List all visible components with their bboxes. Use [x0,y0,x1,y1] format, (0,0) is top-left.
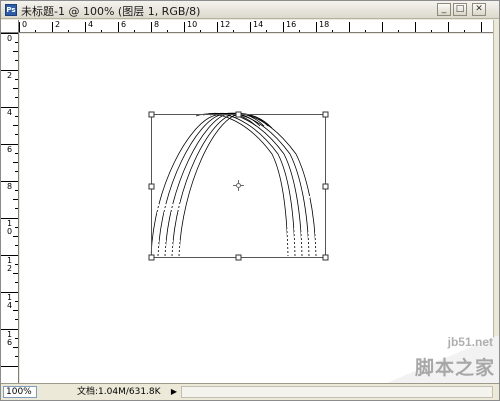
status-bar: 100% 文档:1.04M/631.8K ▶ [1,383,499,400]
document-title: 未标题-1 @ 100% (图层 1, RGB/8) [21,5,201,18]
transform-handle-top[interactable] [235,111,242,118]
close-button[interactable]: ✕ [472,3,486,16]
transform-handle-bottom[interactable] [235,254,242,261]
ruler-top-label: 4 [88,20,94,29]
horizontal-ruler[interactable]: 0 2 4 6 8 10 12 14 16 18 [19,20,493,33]
photoshop-app-icon: Ps [5,4,17,16]
document-window: Ps 未标题-1 @ 100% (图层 1, RGB/8) _ □ ✕ 0 2 … [0,0,500,401]
ruler-left-label: 6 [7,145,13,154]
transform-handle-right[interactable] [322,183,329,190]
zoom-level-field[interactable]: 100% [3,386,37,398]
transform-handle-bottom-right[interactable] [322,254,329,261]
vertical-scrollbar[interactable] [493,20,499,383]
ruler-top-label: 18 [319,20,330,29]
document-canvas[interactable] [20,34,493,383]
ruler-top-label: 8 [154,20,160,29]
status-menu-arrow-icon[interactable]: ▶ [169,386,179,398]
vertical-ruler[interactable]: 0 2 4 6 8 1 0 1 2 1 4 1 6 [1,33,19,383]
ruler-top-label: 0 [22,20,28,29]
ruler-top-label: 2 [55,20,61,29]
minimize-button[interactable]: _ [437,3,451,16]
artwork-layer [145,111,329,261]
horizontal-scrollbar[interactable] [181,386,493,398]
ruler-left-label: 4 [7,108,13,117]
ruler-left-label: 8 [7,182,13,191]
ruler-left-label: 1 2 [7,256,13,273]
ruler-left-label: 1 4 [7,293,13,310]
document-size-info[interactable]: 文档:1.04M/631.8K [77,386,161,398]
ruler-top-label: 10 [187,20,198,29]
ruler-top-label: 14 [253,20,264,29]
transform-handle-left[interactable] [148,183,155,190]
transform-center-crosshair-icon[interactable] [233,180,244,191]
arch-paths [150,112,317,257]
watermark-name: 脚本之家 [414,357,495,379]
transform-handle-top-left[interactable] [148,111,155,118]
site-watermark: jb51.net 脚本之家 [387,335,499,383]
ruler-left-label: 1 0 [7,219,13,236]
title-bar[interactable]: Ps 未标题-1 @ 100% (图层 1, RGB/8) _ □ ✕ [1,1,499,19]
dash-mask [145,184,146,185]
ruler-top-label: 12 [220,20,231,29]
ruler-left-label: 0 [7,34,13,43]
transform-handle-bottom-left[interactable] [148,254,155,261]
maximize-button[interactable]: □ [453,3,467,16]
ruler-left-label: 1 6 [7,330,13,347]
ruler-left-label: 2 [7,71,13,80]
transform-handle-top-right[interactable] [322,111,329,118]
ruler-top-label: 16 [286,20,297,29]
watermark-url: jb51.net [447,335,493,349]
ruler-origin-corner[interactable] [1,20,19,33]
ruler-top-label: 6 [121,20,127,29]
